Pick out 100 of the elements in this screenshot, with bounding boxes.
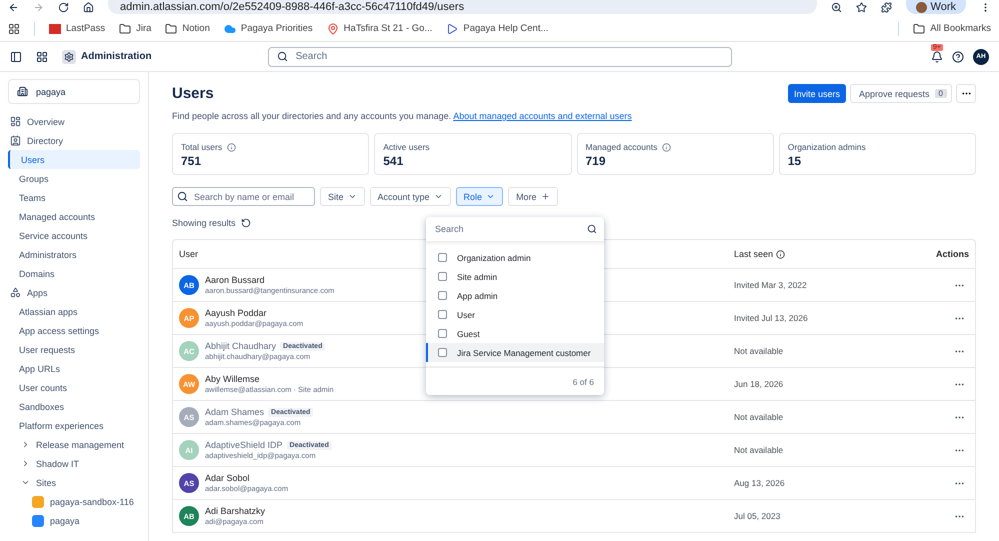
- cloud-icon: [224, 22, 236, 34]
- stat-label: Active users: [383, 142, 430, 152]
- checkbox[interactable]: [438, 272, 447, 281]
- profile-chip[interactable]: Work: [906, 0, 966, 14]
- sidebar-item[interactable]: Groups: [8, 169, 140, 188]
- option-label: App admin: [457, 290, 498, 300]
- app-switcher-icon[interactable]: [36, 50, 48, 62]
- search-icon: [276, 51, 288, 62]
- menu-option[interactable]: Jira Service Management customer: [426, 343, 604, 362]
- lastpass-icon: [49, 24, 61, 34]
- search-box[interactable]: Search: [268, 46, 732, 66]
- sidebar-item[interactable]: Platform experiences: [8, 416, 140, 435]
- checkbox[interactable]: [438, 348, 447, 357]
- back-icon[interactable]: [8, 2, 19, 12]
- menu-option[interactable]: Organization admin: [426, 248, 604, 267]
- help-link[interactable]: About managed accounts and external users: [453, 111, 632, 121]
- org-switcher[interactable]: pagaya: [8, 79, 140, 104]
- user-name: Abhijit Chaudhary: [205, 341, 276, 351]
- bookmark-label[interactable]: LastPass: [66, 23, 106, 34]
- bookmark[interactable]: Notion: [165, 22, 210, 34]
- sidebar-item[interactable]: Domains: [8, 264, 140, 283]
- site-item[interactable]: pagaya: [8, 511, 140, 530]
- bookmark-label[interactable]: Jira: [136, 23, 152, 34]
- bookmark-label[interactable]: Notion: [182, 23, 210, 34]
- bookmark-label[interactable]: Pagaya Help Cent...: [463, 23, 548, 34]
- forward-icon[interactable]: [33, 2, 44, 12]
- user-name: Aayush Poddar: [205, 308, 267, 318]
- sidebar-item[interactable]: Users: [8, 150, 140, 169]
- apps-icon[interactable]: [8, 22, 20, 34]
- sidebar-group[interactable]: Sites: [8, 473, 140, 492]
- checkbox[interactable]: [438, 253, 447, 262]
- sidebar-item[interactable]: Managed accounts: [8, 207, 140, 226]
- search-box[interactable]: Search by name or email: [172, 187, 315, 206]
- filter-button[interactable]: Account type: [370, 187, 451, 206]
- sidebar-item[interactable]: App URLs: [8, 359, 140, 378]
- search-field[interactable]: Search by name or email: [192, 190, 307, 202]
- bookmark-label[interactable]: Pagaya Priorities: [240, 23, 313, 34]
- sidebar-item[interactable]: App access settings: [8, 321, 140, 340]
- folder-icon: [119, 22, 132, 34]
- address-bar[interactable]: admin.atlassian.com/o/2e552409-8988-446f-a3cc-56c47110fd49/users: [108, 0, 817, 14]
- search-field[interactable]: Search: [294, 50, 723, 63]
- sidebar-item[interactable]: Service accounts: [8, 226, 140, 245]
- bookmark[interactable]: Pagaya Priorities: [224, 22, 313, 34]
- bookmark[interactable]: HaTsfira St 21 - Go...: [326, 22, 432, 34]
- puzzle-icon[interactable]: [880, 2, 892, 12]
- sidebar-item[interactable]: Sandboxes: [8, 397, 140, 416]
- help-icon[interactable]: [952, 50, 964, 62]
- all-bookmarks[interactable]: All Bookmarks: [913, 22, 991, 34]
- sidebar-group[interactable]: Shadow IT: [8, 454, 140, 473]
- option-label: Site admin: [457, 272, 498, 282]
- sidebar-toggle-icon[interactable]: [10, 50, 22, 62]
- folder-icon: [165, 22, 178, 34]
- search-icon: [177, 191, 188, 202]
- site-item[interactable]: pagaya-sandbox-116: [8, 492, 140, 511]
- sidebar-item[interactable]: Directory: [8, 131, 140, 150]
- menu-option[interactable]: App admin: [426, 286, 604, 305]
- filter-button[interactable]: Role: [456, 187, 504, 206]
- approve-requests-button[interactable]: Approve requests 0: [850, 84, 952, 103]
- bookmark-label[interactable]: All Bookmarks: [930, 23, 991, 34]
- chevron-down-icon: [434, 192, 443, 201]
- menu-option[interactable]: Guest: [426, 324, 604, 343]
- reset-icon[interactable]: [240, 218, 251, 228]
- invite-users-button[interactable]: Invite users: [788, 84, 846, 103]
- checkbox[interactable]: [438, 291, 447, 300]
- sidebar-item[interactable]: Apps: [8, 283, 140, 302]
- stat-value: 751: [181, 154, 202, 168]
- sidebar-item[interactable]: Overview: [8, 112, 140, 131]
- user-name: Aby Willemse: [205, 374, 260, 384]
- sidebar-item[interactable]: User requests: [8, 340, 140, 359]
- menu-option[interactable]: Site admin: [426, 267, 604, 286]
- chevron-right-icon: [21, 459, 30, 468]
- user-name: AdaptiveShield IDP: [205, 440, 283, 450]
- user-name: Adam Shames: [205, 407, 264, 417]
- sidebar-item[interactable]: Administrators: [8, 245, 140, 264]
- chevron-down-icon: [486, 192, 496, 201]
- user-name: Adar Sobol: [205, 473, 250, 483]
- checkbox[interactable]: [438, 329, 447, 338]
- sidebar-item[interactable]: Teams: [8, 188, 140, 207]
- user-name: Aaron Bussard: [205, 275, 265, 285]
- bookmark[interactable]: Pagaya Help Cent...: [446, 22, 548, 34]
- bookmark-label[interactable]: HaTsfira St 21 - Go...: [344, 23, 432, 34]
- sidebar-item[interactable]: Atlassian apps: [8, 302, 140, 321]
- play-icon: [446, 22, 458, 34]
- bookmark[interactable]: LastPass: [49, 23, 106, 34]
- bookmark[interactable]: Jira: [119, 22, 152, 34]
- info-icon: [227, 142, 236, 152]
- sidebar-item[interactable]: User counts: [8, 378, 140, 397]
- more-button[interactable]: [956, 84, 976, 103]
- bell-icon[interactable]: [931, 50, 943, 62]
- menu-option[interactable]: User: [426, 305, 604, 324]
- sidebar-group[interactable]: Release management: [8, 435, 140, 454]
- home-icon[interactable]: [83, 2, 94, 12]
- reload-icon[interactable]: [58, 2, 69, 12]
- star-icon[interactable]: [856, 2, 867, 12]
- checkbox[interactable]: [438, 310, 447, 319]
- last-seen: Not available: [734, 445, 784, 455]
- zoom-icon[interactable]: [830, 2, 842, 12]
- filter-button[interactable]: Site: [320, 187, 365, 206]
- last-seen: Not available: [734, 346, 784, 356]
- filter-button[interactable]: More: [508, 187, 558, 206]
